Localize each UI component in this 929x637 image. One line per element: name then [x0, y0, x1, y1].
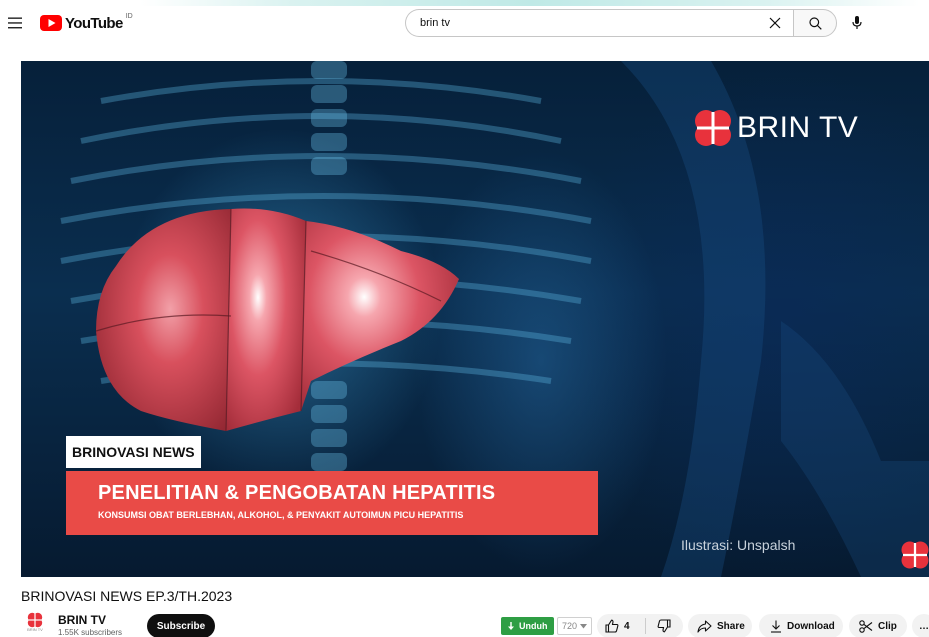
video-player[interactable]: BRIN TV BRINOVASI NEWS PENELITIAN & PENG…	[21, 61, 929, 577]
share-button[interactable]: Share	[688, 614, 752, 637]
masthead: YouTube ID	[0, 0, 929, 46]
download-label: Download	[787, 620, 835, 632]
avatar-label: BRIN TV	[27, 627, 43, 632]
share-arrow-icon	[697, 619, 712, 633]
youtube-logo-icon	[40, 15, 62, 31]
brin-tv-watermark: BRIN TV	[693, 108, 858, 148]
image-credit: Ilustrasi: Unspalsh	[681, 537, 796, 553]
logo-text: YouTube	[65, 14, 123, 32]
subscribe-button[interactable]: Subscribe	[147, 614, 215, 637]
brin-corner-logo	[900, 540, 929, 575]
thumbs-up-icon	[605, 619, 619, 633]
thumbs-down-icon	[657, 619, 671, 633]
quality-select[interactable]: 720	[557, 617, 593, 635]
dislike-button[interactable]	[646, 614, 682, 637]
logo-country-code: ID	[125, 12, 133, 20]
search-icon	[808, 16, 822, 30]
download-button[interactable]: Download	[759, 614, 843, 637]
download-icon	[771, 620, 781, 633]
clip-button[interactable]: Clip	[849, 614, 907, 637]
like-dislike-group: 4	[597, 614, 683, 637]
banner-strip	[140, 0, 920, 6]
news-tag: BRINOVASI NEWS	[66, 436, 201, 468]
watermark-text: BRIN TV	[737, 111, 859, 144]
youtube-logo[interactable]: YouTube ID	[40, 12, 133, 34]
search-button[interactable]	[793, 9, 837, 37]
clip-label: Clip	[878, 620, 897, 632]
mic-icon	[852, 16, 862, 29]
quality-value: 720	[562, 621, 578, 631]
more-icon: …	[919, 620, 929, 632]
channel-name[interactable]: BRIN TV	[58, 613, 106, 627]
news-tag-text: BRINOVASI NEWS	[72, 444, 195, 460]
download-arrow-icon	[508, 621, 514, 630]
news-subheadline: KONSUMSI OBAT BERLEBHAN, ALKOHOL, & PENY…	[98, 510, 464, 520]
unduh-button[interactable]: Unduh	[501, 617, 554, 635]
chevron-down-icon	[580, 623, 588, 628]
brin-logo-icon	[27, 612, 43, 628]
search-box	[405, 9, 793, 37]
clear-search-button[interactable]	[765, 13, 785, 33]
share-label: Share	[717, 620, 745, 632]
close-icon	[769, 17, 781, 29]
video-title: BRINOVASI NEWS EP.3/TH.2023	[21, 588, 233, 604]
news-headline-band: PENELITIAN & PENGOBATAN HEPATITIS KONSUM…	[66, 471, 598, 535]
subscriber-count: 1.55K subscribers	[58, 628, 123, 637]
channel-avatar[interactable]: BRIN TV	[21, 612, 49, 637]
voice-search-button[interactable]	[846, 12, 868, 34]
like-button[interactable]: 4	[597, 614, 645, 637]
brin-logo-icon	[901, 541, 929, 569]
menu-button[interactable]	[4, 12, 26, 34]
news-headline: PENELITIAN & PENGOBATAN HEPATITIS	[98, 482, 496, 504]
like-count: 4	[624, 620, 630, 632]
menu-icon	[8, 17, 22, 29]
search-bar	[405, 9, 837, 37]
more-actions-button[interactable]: …	[912, 614, 929, 637]
unduh-label: Unduh	[519, 621, 548, 631]
brin-logo-icon	[695, 110, 731, 146]
search-input[interactable]	[420, 17, 765, 29]
scissors-icon	[859, 619, 873, 633]
